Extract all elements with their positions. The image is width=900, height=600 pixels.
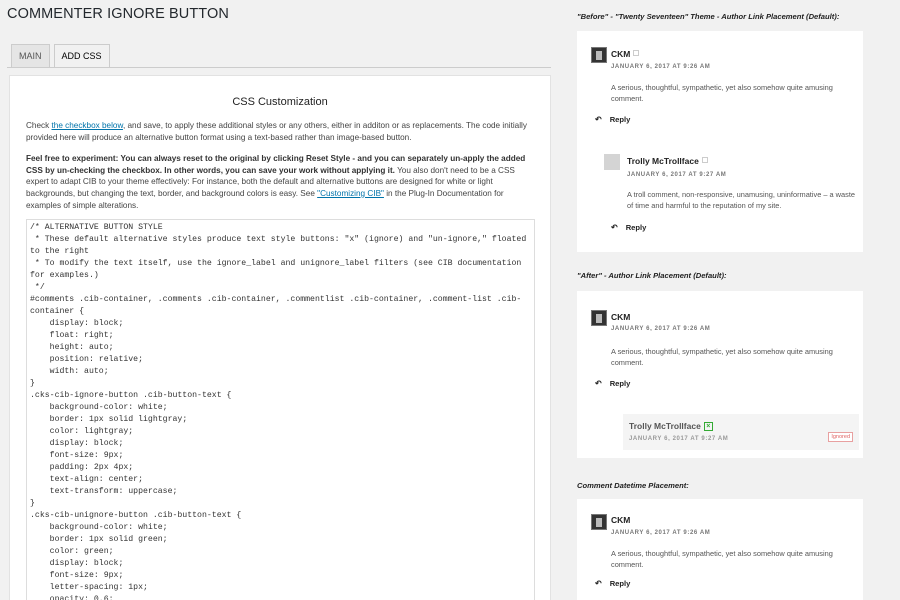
- before-example-card: CKM JANUARY 6, 2017 AT 9:26 AM A serious…: [577, 31, 863, 252]
- ignored-comment: Trolly McTrollface × JANUARY 6, 2017 AT 9…: [623, 414, 859, 450]
- avatar: [591, 514, 607, 530]
- tab-divider: [7, 67, 551, 68]
- reply-arrow-icon: ↶: [595, 579, 602, 588]
- comment-text: A troll comment, non-responsive, unamusi…: [627, 190, 855, 210]
- reply-link[interactable]: ↶ Reply: [611, 223, 646, 232]
- page-title: COMMENTER IGNORE BUTTON: [7, 6, 229, 22]
- datetime-heading: Comment Datetime Placement:: [577, 481, 689, 490]
- before-heading: "Before" - "Twenty Seventeen" Theme - Au…: [577, 12, 840, 21]
- tab-add-css[interactable]: ADD CSS: [53, 44, 110, 68]
- intro-paragraph: Check the checkbox below, and save, to a…: [26, 121, 527, 142]
- datetime-example-card: CKM JANUARY 6, 2017 AT 9:26 AM A serious…: [577, 499, 863, 600]
- comment-author: CKM: [611, 515, 631, 525]
- comment-date: JANUARY 6, 2017 AT 9:26 AM: [611, 530, 711, 536]
- avatar: [591, 310, 607, 326]
- comment-date: JANUARY 6, 2017 AT 9:27 AM: [627, 172, 727, 178]
- comment-author: Trolly McTrollface ×: [629, 421, 713, 432]
- reply-arrow-icon: ↶: [595, 379, 602, 388]
- reply-link[interactable]: ↶ Reply: [595, 379, 630, 388]
- after-example-card: CKM JANUARY 6, 2017 AT 9:26 AM A serious…: [577, 291, 863, 458]
- panel-title: CSS Customization: [232, 96, 328, 108]
- avatar: [591, 47, 607, 63]
- comment-author: Trolly McTrollface: [627, 156, 708, 166]
- reply-link[interactable]: ↶ Reply: [595, 579, 630, 588]
- unignore-button-icon[interactable]: ×: [703, 422, 713, 432]
- avatar-placeholder: [604, 154, 620, 170]
- comment-text: A serious, thoughtful, sympathetic, yet …: [611, 347, 833, 367]
- tab-bar: MAIN ADD CSS: [11, 44, 114, 68]
- reply-arrow-icon: ↶: [611, 223, 618, 232]
- reply-arrow-icon: ↶: [595, 115, 602, 124]
- ignored-badge[interactable]: Ignored: [828, 432, 853, 442]
- customizing-cib-link[interactable]: "Customizing CIB": [317, 189, 384, 198]
- experiment-paragraph: Feel free to experiment: You can always …: [26, 154, 526, 210]
- css-code-text[interactable]: /* ALTERNATIVE BUTTON STYLE * These defa…: [27, 220, 534, 600]
- ignore-button-icon[interactable]: [633, 50, 640, 56]
- tab-main[interactable]: MAIN: [11, 44, 50, 68]
- comment-text: A serious, thoughtful, sympathetic, yet …: [611, 549, 833, 569]
- comment-date: JANUARY 6, 2017 AT 9:26 AM: [611, 64, 711, 70]
- comment-author: CKM: [611, 312, 631, 322]
- css-customization-panel: CSS Customization Check the checkbox bel…: [9, 75, 551, 600]
- comment-text: A serious, thoughtful, sympathetic, yet …: [611, 83, 833, 103]
- checkbox-link[interactable]: the checkbox below: [51, 121, 122, 130]
- css-code-editor[interactable]: /* ALTERNATIVE BUTTON STYLE * These defa…: [26, 219, 535, 600]
- comment-date: JANUARY 6, 2017 AT 9:27 AM: [629, 436, 729, 442]
- after-heading: "After" - Author Link Placement (Default…: [577, 271, 727, 280]
- ignore-button-icon[interactable]: [701, 157, 708, 163]
- reply-link[interactable]: ↶ Reply: [595, 115, 630, 124]
- comment-date: JANUARY 6, 2017 AT 9:26 AM: [611, 326, 711, 332]
- comment-author: CKM: [611, 49, 640, 59]
